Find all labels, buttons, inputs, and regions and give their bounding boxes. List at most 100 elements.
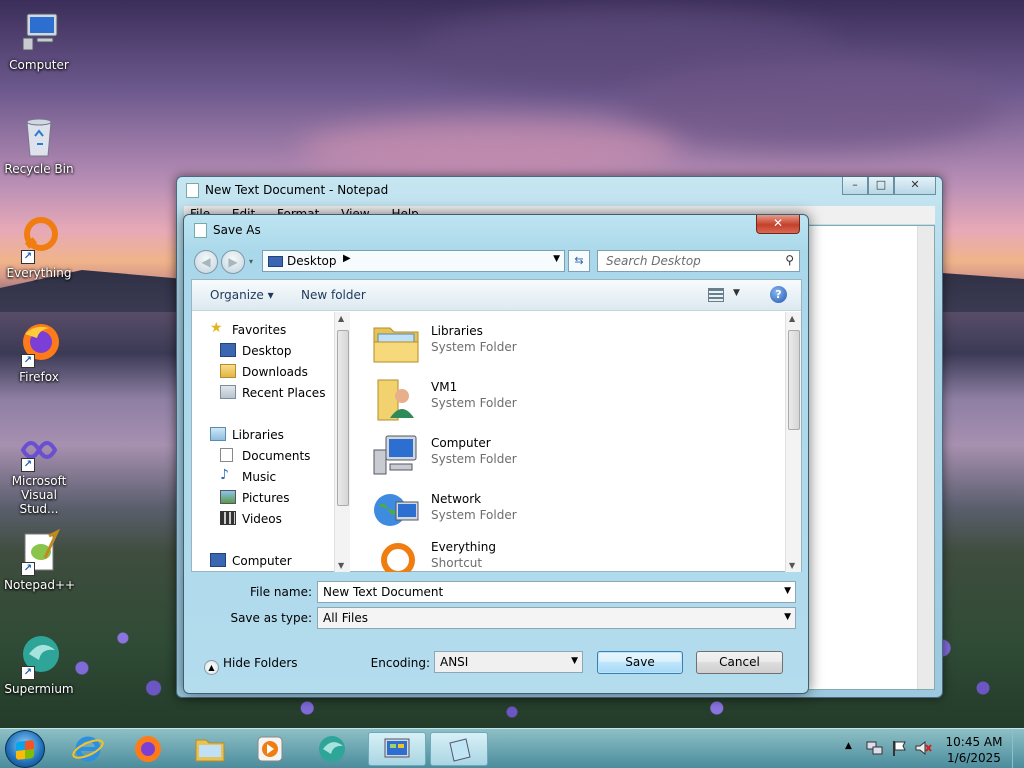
taskbar-control-panel[interactable] [368,732,426,766]
nav-label: Pictures [242,491,290,505]
firefox-icon: ↗ [15,320,63,368]
desktop-location-icon [268,256,283,267]
window-title: New Text Document - Notepad [205,183,389,197]
dropdown-arrow-icon[interactable]: ▼ [784,612,791,622]
file-name: Network [431,492,482,506]
encoding-label: Encoding: [370,656,430,670]
network-tray-icon[interactable] [866,739,884,760]
taskbar-supermium[interactable] [306,732,358,766]
computer-icon [15,8,63,56]
taskbar-internet-explorer[interactable] [62,732,114,766]
volume-muted-icon[interactable] [914,739,932,760]
file-item-libraries[interactable]: Libraries System Folder [368,316,668,370]
new-folder-button[interactable]: New folder [301,288,366,302]
taskbar-media-player[interactable] [244,732,296,766]
everything-icon: ↗ [15,216,63,264]
dropdown-arrow-icon[interactable]: ▼ [571,656,578,666]
show-desktop-button[interactable] [1012,729,1024,768]
desktop-icon-visual-studio[interactable]: ↗ Microsoft Visual Stud... [4,424,74,516]
help-icon[interactable]: ? [770,286,787,303]
file-type: System Folder [431,340,517,354]
dialog-close-button[interactable]: ✕ [756,215,800,234]
dropdown-arrow-icon[interactable]: ▼ [784,586,791,596]
file-item-network[interactable]: Network System Folder [368,484,668,538]
taskbar-firefox[interactable] [122,732,174,766]
desktop-icon-recycle-bin[interactable]: Recycle Bin [4,112,74,176]
shortcut-arrow-icon: ↗ [21,354,35,368]
desktop-icon-everything[interactable]: ↗ Everything [4,216,74,280]
internet-explorer-icon [72,736,104,762]
maximize-button[interactable]: □ [868,177,894,195]
user-folder-icon [372,376,420,422]
file-name-input[interactable]: New Text Document ▼ [317,581,796,603]
desktop-icon-notepad-plus-plus[interactable]: ↗ Notepad++ [4,528,76,592]
file-list-scrollbar[interactable]: ▲ ▼ [785,312,801,572]
scroll-up-icon[interactable]: ▲ [789,314,795,323]
file-name-value: New Text Document [323,585,444,599]
forward-button[interactable]: ▶ [221,250,245,274]
search-icon: ⚲ [785,253,794,267]
navigation-pane: ★ Favorites Desktop Downloads Recent Pla… [192,312,350,572]
file-item-computer[interactable]: Computer System Folder [368,428,668,482]
start-button[interactable] [5,730,45,768]
address-dropdown-icon[interactable]: ▼ [553,254,560,264]
desktop-icon-supermium[interactable]: ↗ Supermium [4,632,74,696]
dialog-icon [194,223,207,238]
taskbar-notepad[interactable] [430,732,488,766]
computer-icon [210,553,226,567]
file-type: Shortcut [431,556,483,570]
scroll-thumb[interactable] [788,330,800,430]
desktop-icon-computer[interactable]: Computer [4,8,74,72]
vertical-scrollbar[interactable] [917,226,934,689]
scroll-down-icon[interactable]: ▼ [789,561,795,570]
search-box[interactable]: Search Desktop ⚲ [597,250,800,272]
taskbar-file-explorer[interactable] [184,732,236,766]
refresh-button[interactable]: ⇆ [568,250,590,272]
show-hidden-icons-button[interactable]: ▲ [845,741,852,751]
save-as-type-select[interactable]: All Files ▼ [317,607,796,629]
address-bar[interactable]: Desktop ▶ ▼ [262,250,565,272]
hide-folders-label: Hide Folders [223,656,298,670]
cancel-button[interactable]: Cancel [696,651,783,674]
nav-label: Computer [232,554,292,568]
desktop-icon-label: Notepad++ [4,578,76,592]
nav-label: Downloads [242,365,308,379]
organize-button[interactable]: Organize ▾ [210,288,274,302]
libraries-folder-icon [372,320,420,366]
recent-locations-dropdown[interactable]: ▾ [249,257,253,266]
minimize-button[interactable]: – [842,177,868,195]
change-view-icon[interactable] [708,288,724,302]
back-arrow-icon: ◀ [201,255,211,269]
chevron-up-icon: ▲ [204,660,219,675]
action-center-flag-icon[interactable] [891,739,907,760]
scroll-up-icon[interactable]: ▲ [338,314,344,323]
desktop-icon-firefox[interactable]: ↗ Firefox [4,320,74,384]
close-button[interactable]: ✕ [894,177,936,195]
videos-icon [220,511,236,525]
notepad-icon [186,183,199,198]
back-button[interactable]: ◀ [194,250,218,274]
file-name: VM1 [431,380,458,394]
navigation-scrollbar[interactable]: ▲ ▼ [334,312,350,572]
desktop-icon-label: Microsoft Visual Stud... [11,474,67,516]
address-location[interactable]: Desktop [287,254,337,268]
dialog-title: Save As [213,223,261,237]
scroll-thumb[interactable] [337,330,349,506]
hide-folders-button[interactable]: ▲ Hide Folders [204,656,298,675]
file-type: System Folder [431,452,517,466]
breadcrumb-chevron-icon[interactable]: ▶ [343,253,351,264]
firefox-icon [135,736,161,762]
clock[interactable]: 10:45 AM 1/6/2025 [944,734,1004,766]
encoding-select[interactable]: ANSI ▼ [434,651,583,673]
scroll-down-icon[interactable]: ▼ [338,561,344,570]
nav-label: Desktop [242,344,292,358]
network-icon [372,488,420,534]
visual-studio-icon: ↗ [15,424,63,472]
file-item-everything[interactable]: Everything Shortcut [368,532,668,572]
encoding-value: ANSI [440,655,469,669]
nav-label: Music [242,470,277,484]
pictures-icon [220,490,236,504]
save-button[interactable]: Save [597,651,683,674]
file-item-vm1[interactable]: VM1 System Folder [368,372,668,426]
view-dropdown-icon[interactable]: ▼ [733,288,740,298]
